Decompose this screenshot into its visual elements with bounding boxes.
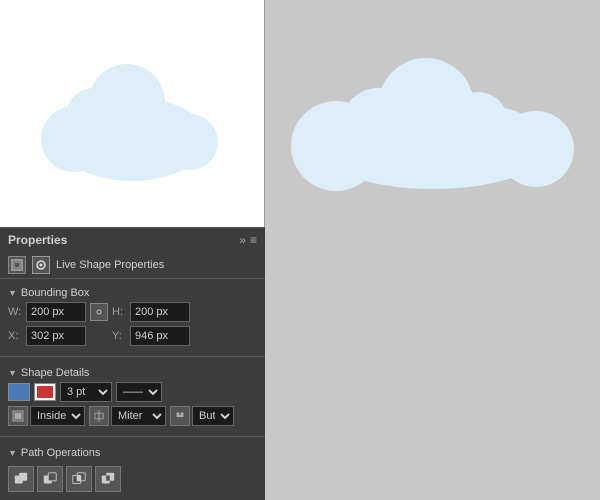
align-select-2[interactable]: Miter Round Bevel xyxy=(111,406,166,426)
wh-row: W: H: xyxy=(8,302,257,322)
tab-label: Live Shape Properties xyxy=(56,259,164,271)
align-row: Inside Outside Center Miter Round Bevel xyxy=(8,406,257,426)
canvas-area xyxy=(0,0,600,227)
w-label: W: xyxy=(8,306,22,318)
shape-details-section: ▼ Shape Details 3 pt 1 pt 2 pt 4 pt 5 pt… xyxy=(0,359,265,434)
path-op-subtract[interactable] xyxy=(37,466,63,492)
align-caps-icon xyxy=(170,406,190,426)
w-input[interactable] xyxy=(26,302,86,322)
path-op-intersect[interactable] xyxy=(66,466,92,492)
path-ops-header[interactable]: ▼ Path Operations xyxy=(8,443,257,462)
path-ops-arrow: ▼ xyxy=(8,448,17,458)
path-ops-title: Path Operations xyxy=(21,447,101,459)
align-center-icon xyxy=(89,406,109,426)
align-inside-icon xyxy=(8,406,28,426)
cloud-left xyxy=(32,34,232,194)
properties-panel: Properties » ≡ Live Shape Properties ▼ B… xyxy=(0,227,265,500)
h-input[interactable] xyxy=(130,302,190,322)
panel-header-icons: » ≡ xyxy=(239,233,257,247)
y-label: Y: xyxy=(112,330,126,342)
expand-icon[interactable]: » xyxy=(239,233,246,247)
panel-tabs: Live Shape Properties xyxy=(0,252,265,279)
canvas-left xyxy=(0,0,265,227)
align-select-1[interactable]: Inside Outside Center xyxy=(30,406,85,426)
link-wh-icon[interactable] xyxy=(90,303,108,321)
divider-1 xyxy=(0,356,265,357)
menu-icon[interactable]: ≡ xyxy=(250,233,257,247)
bounding-box-title: Bounding Box xyxy=(21,287,90,299)
stroke-size-select[interactable]: 3 pt 1 pt 2 pt 4 pt 5 pt xyxy=(60,382,112,402)
shape-details-header[interactable]: ▼ Shape Details xyxy=(8,363,257,382)
path-operations-section: ▼ Path Operations xyxy=(0,439,265,500)
stroke-swatch-inner xyxy=(37,386,53,398)
y-input[interactable] xyxy=(130,326,190,346)
x-input[interactable] xyxy=(26,326,86,346)
stroke-style-select[interactable]: —— - - - · · · xyxy=(116,382,162,402)
path-op-unite[interactable] xyxy=(8,466,34,492)
live-shape-tab-icon[interactable] xyxy=(32,256,50,274)
panel-header: Properties » ≡ xyxy=(0,227,265,252)
bounding-box-section: ▼ Bounding Box W: H: X: Y: xyxy=(0,279,265,354)
shape-details-title: Shape Details xyxy=(21,367,90,379)
x-label: X: xyxy=(8,330,22,342)
panel-title: Properties xyxy=(8,233,67,247)
path-ops-buttons xyxy=(8,462,257,496)
shape-details-arrow: ▼ xyxy=(8,368,17,378)
fill-swatch[interactable] xyxy=(8,383,30,401)
bounding-box-arrow: ▼ xyxy=(8,288,17,298)
divider-2 xyxy=(0,436,265,437)
canvas-right xyxy=(265,0,600,227)
stroke-swatch[interactable] xyxy=(34,383,56,401)
h-label: H: xyxy=(112,306,126,318)
cloud-right xyxy=(278,34,588,194)
xy-row: X: Y: xyxy=(8,326,257,346)
path-op-exclude[interactable] xyxy=(95,466,121,492)
bounding-box-header[interactable]: ▼ Bounding Box xyxy=(8,283,257,302)
transform-tab-icon[interactable] xyxy=(8,256,26,274)
fill-stroke-row: 3 pt 1 pt 2 pt 4 pt 5 pt —— - - - · · · xyxy=(8,382,257,402)
align-select-3[interactable]: Butt Round Square xyxy=(192,406,234,426)
